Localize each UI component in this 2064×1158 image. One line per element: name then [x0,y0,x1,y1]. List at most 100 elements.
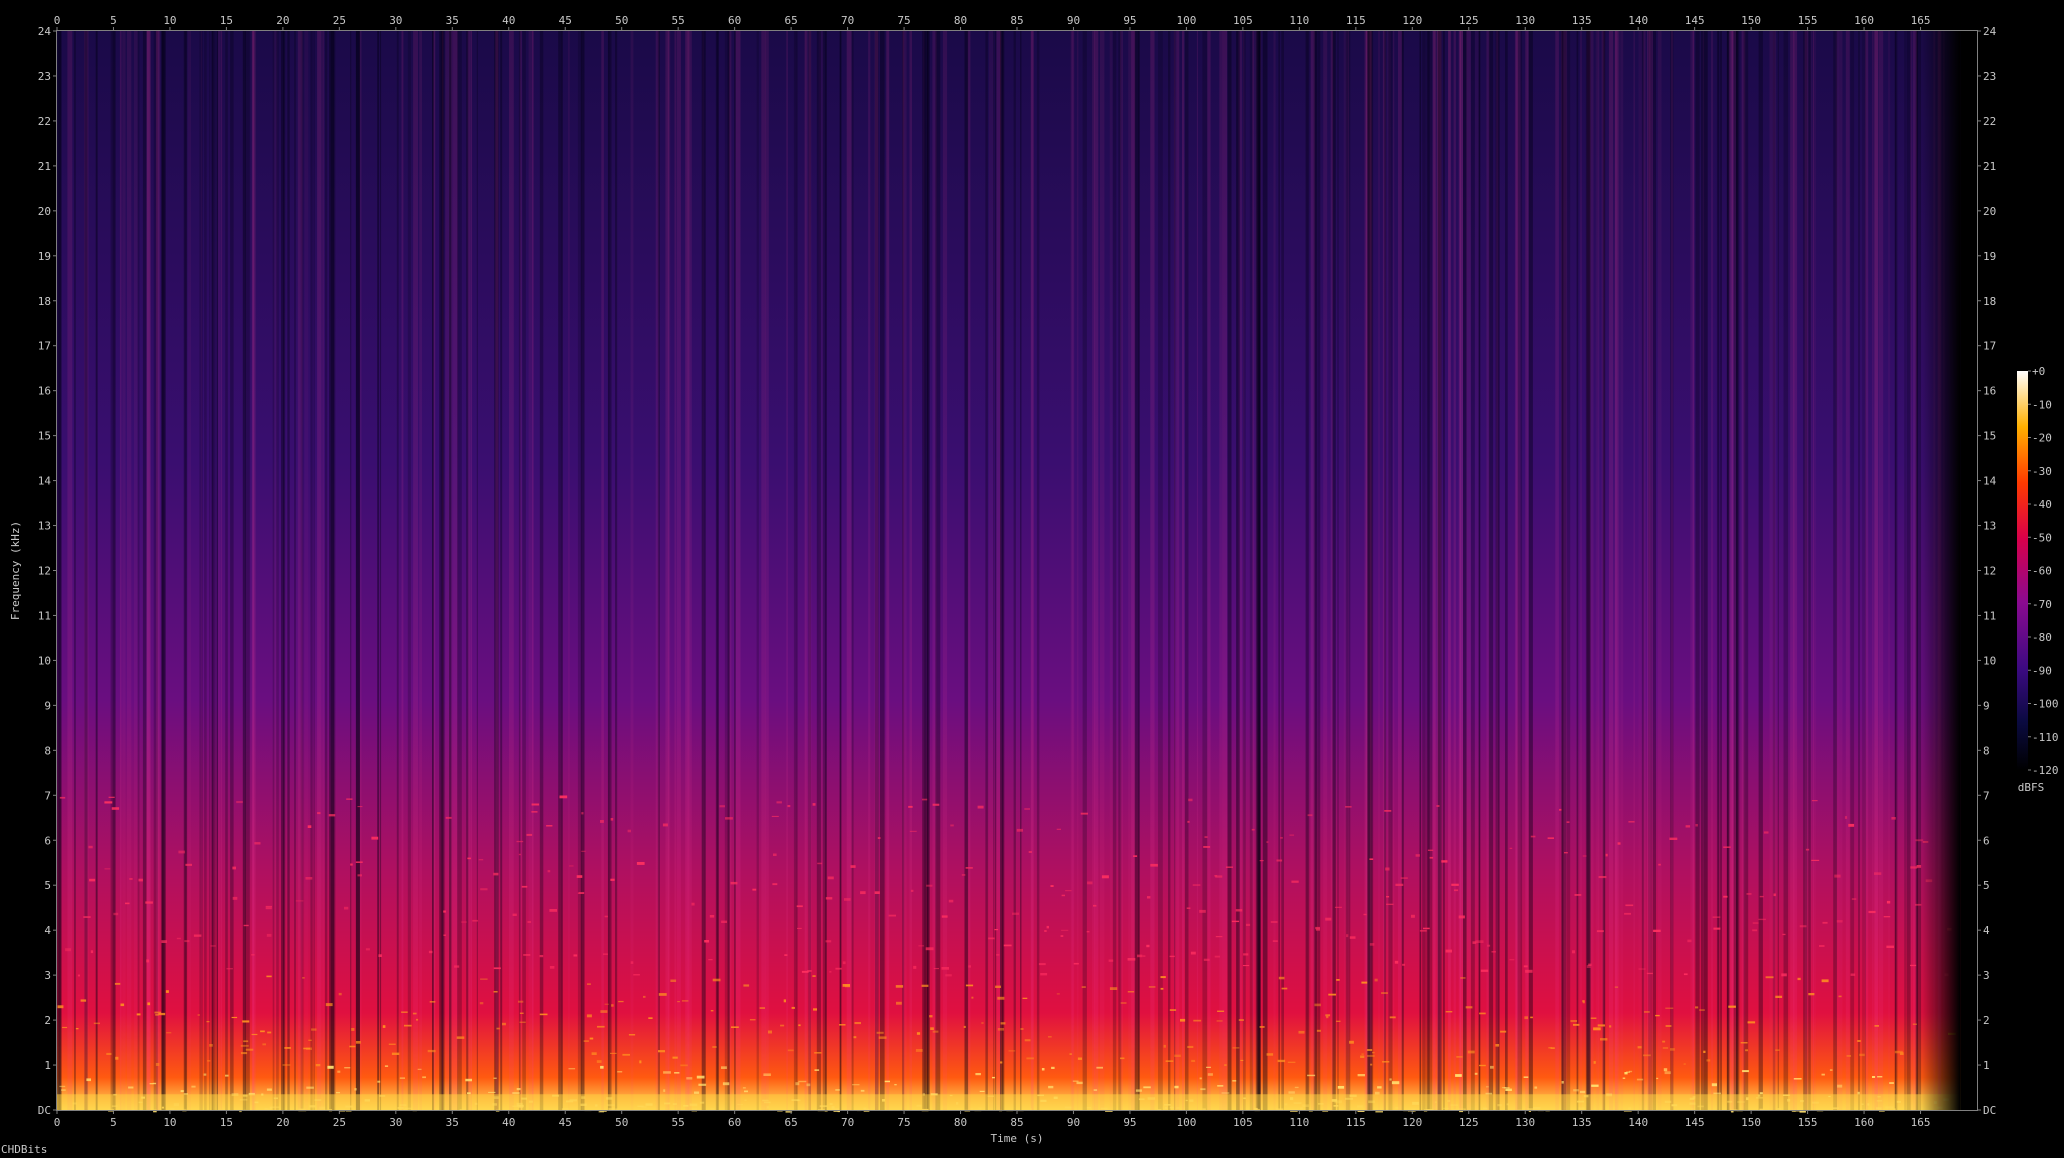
harmonic-mark [1874,872,1882,875]
harmonic-mark [1050,885,1054,887]
spectral-column [1307,31,1310,1110]
harmonic-mark [1441,860,1448,863]
x-tick-label-bottom: 150 [1741,1116,1761,1129]
harmonic-mark [1259,1026,1265,1028]
harmonic-mark [1626,1071,1631,1073]
x-axis-bottom: 0 5 10 15 20 25 30 35 40 45 50 55 60 65 70 75 80 85 90 95 10… [54,1110,1930,1129]
harmonic-mark [1899,1052,1904,1055]
x-tick-label-top: 140 [1628,14,1648,27]
harmonic-mark [232,866,236,870]
spectral-column [1036,31,1040,1110]
harmonic-mark [384,1065,389,1067]
spectral-column [457,31,462,1110]
x-tick-label-top: 35 [446,14,459,27]
harmonic-mark [932,803,940,806]
harmonic-mark [1150,863,1158,867]
harmonic-mark [1381,992,1388,994]
harmonic-mark [1723,895,1728,898]
harmonic-mark [1625,904,1634,907]
spectral-column [1369,31,1372,1110]
harmonic-mark [877,837,881,839]
y-tick-label-right: 1 [1983,1059,1990,1072]
harmonic-mark [996,954,1000,956]
harmonic-mark [1289,834,1295,836]
spectral-column [230,31,234,1110]
harmonic-mark [59,796,66,799]
harmonic-mark [1384,810,1392,812]
colorbar-tick-label: -90 [2032,664,2052,677]
harmonic-mark [1503,1087,1510,1089]
harmonic-mark [573,954,578,957]
harmonic-mark [829,971,832,973]
harmonic-mark [1224,1064,1227,1066]
harmonic-mark [493,872,499,876]
spectral-column [1392,31,1395,1110]
spectral-column [509,31,514,1110]
harmonic-mark [93,1022,100,1025]
harmonic-mark [842,961,846,965]
harmonic-mark [581,850,586,852]
harmonic-mark [1775,995,1783,998]
spectral-column [1174,31,1176,1110]
harmonic-mark [1056,993,1060,995]
harmonic-mark [1101,875,1109,879]
spectral-column [1652,31,1656,1110]
harmonic-mark [365,948,370,951]
harmonic-mark [480,978,488,980]
harmonic-mark [586,1014,592,1018]
spectral-column [1671,31,1673,1110]
spectral-column [1561,31,1564,1110]
spectral-column [184,31,187,1110]
harmonic-mark [158,1012,166,1016]
harmonic-mark [308,1039,312,1041]
harmonic-mark [147,1002,151,1006]
harmonic-mark [295,900,304,902]
spectral-column [1555,31,1559,1110]
harmonic-mark [663,1071,671,1074]
spectral-column [657,31,660,1110]
spectral-column [909,31,912,1110]
spectral-column [1426,31,1430,1110]
harmonic-mark [1133,855,1138,857]
harmonic-mark [749,1019,756,1021]
harmonic-mark [639,1060,642,1064]
spectral-column [1432,31,1436,1110]
x-tick-label-top: 0 [54,14,61,27]
harmonic-mark [1752,922,1759,924]
harmonic-mark [236,801,243,804]
spectral-column [1168,31,1171,1110]
x-tick-label-bottom: 30 [389,1116,402,1129]
harmonic-mark [1065,890,1072,892]
harmonic-mark [1374,978,1378,982]
x-tick-label-bottom: 130 [1515,1116,1535,1129]
x-tick-label-bottom: 80 [954,1116,967,1129]
harmonic-mark [981,1022,984,1024]
spectral-column [1772,31,1776,1110]
spectral-column [476,31,478,1110]
harmonic-mark [825,940,832,943]
spectral-column [1458,31,1463,1110]
spectral-column [1134,31,1140,1110]
harmonic-mark [945,974,952,977]
harmonic-mark [610,818,614,821]
spectral-column [401,31,404,1110]
harmonic-mark [61,1089,66,1091]
harmonic-mark [797,927,802,929]
harmonic-mark [1008,1050,1016,1052]
y-tick-label-right: 2 [1983,1014,1990,1027]
harmonic-mark [948,899,954,903]
harmonic-mark [1165,1060,1174,1062]
y-axis-left: DC12345678910111213141516171819202122232… [38,25,57,1117]
harmonic-mark [1108,959,1114,962]
harmonic-mark [526,833,533,836]
harmonic-mark [814,1069,820,1071]
spectral-column [676,31,681,1110]
spectral-column [245,31,250,1110]
colorbar-tick-label: -70 [2032,598,2052,611]
harmonic-mark [742,1087,746,1089]
spectral-column [310,31,313,1110]
harmonic-mark [1232,1080,1237,1082]
harmonic-mark [262,1043,266,1046]
harmonic-mark [1773,893,1776,897]
spectral-column [329,31,334,1110]
